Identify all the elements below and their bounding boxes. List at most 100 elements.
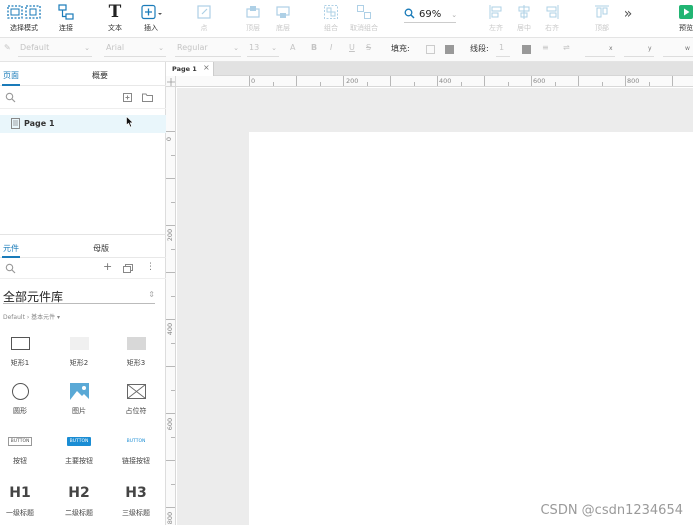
- send-to-back-icon: [275, 1, 291, 23]
- bottom-layer-button[interactable]: 底层: [270, 1, 296, 37]
- h-ruler-tick: [672, 76, 673, 86]
- h3-icon: H3: [125, 485, 147, 501]
- widget-rectangle-2[interactable]: 矩形2: [56, 330, 102, 368]
- page-list-item[interactable]: Page 1: [0, 115, 166, 133]
- zoom-selector[interactable]: 69% ⌄: [404, 7, 458, 23]
- document-tab-bar: Page 1 ×: [166, 62, 693, 76]
- widget-rectangle-3[interactable]: 矩形3: [113, 330, 159, 368]
- v-ruler-tick: [166, 460, 175, 461]
- v-ruler-tick: [171, 295, 175, 297]
- widget-link-button[interactable]: BUTTON 链接按钮: [113, 428, 159, 466]
- image-icon: [69, 378, 89, 404]
- design-canvas[interactable]: [177, 88, 693, 525]
- line-color-swatch[interactable]: [522, 45, 531, 54]
- widget-button[interactable]: BUTTON 按钮: [0, 428, 43, 466]
- page-file-icon: [11, 118, 20, 131]
- widget-rectangle-1[interactable]: 矩形1: [0, 330, 43, 368]
- ungroup-button[interactable]: 取消组合: [346, 1, 382, 37]
- top-layer-button[interactable]: 顶层: [240, 1, 266, 37]
- more-tools-button[interactable]: »: [620, 6, 636, 42]
- add-page-icon[interactable]: [123, 93, 132, 104]
- h-ruler-tick: [296, 76, 297, 86]
- add-library-icon[interactable]: +: [103, 260, 112, 273]
- h-ruler-label: 200: [346, 77, 359, 85]
- page-artboard[interactable]: [249, 132, 693, 525]
- tab-pages[interactable]: 页面: [3, 70, 19, 81]
- h-ruler-tick: [390, 76, 391, 86]
- tab-page-1[interactable]: Page 1 ×: [166, 62, 214, 76]
- tab-widgets[interactable]: 元件: [3, 243, 19, 254]
- v-ruler-tick: [171, 342, 175, 344]
- point-icon: [196, 1, 212, 23]
- font-size-select[interactable]: 13 ⌄: [247, 42, 279, 57]
- align-top-icon: [594, 1, 610, 23]
- font-weight-select[interactable]: Regular ⌄: [175, 42, 241, 57]
- align-center-button[interactable]: 居中: [512, 1, 536, 37]
- tab-outline[interactable]: 概要: [92, 70, 108, 81]
- y-coordinate-input[interactable]: y: [624, 42, 654, 57]
- h-ruler-tick: [531, 76, 532, 86]
- search-icon[interactable]: [5, 263, 16, 276]
- widget-circle[interactable]: 圆形: [0, 378, 43, 416]
- width-input[interactable]: w: [663, 42, 693, 57]
- ungroup-icon: [356, 1, 372, 23]
- widget-image[interactable]: 图片: [56, 378, 102, 416]
- v-ruler-tick: [166, 507, 175, 508]
- fill-pattern-icon[interactable]: [445, 45, 454, 54]
- copy-icon[interactable]: [123, 264, 133, 275]
- h-ruler-tick: [366, 82, 368, 86]
- select-mode-icon: [7, 1, 41, 23]
- widget-heading-3[interactable]: H3 三级标题: [113, 480, 159, 518]
- line-label: 线段:: [470, 44, 489, 53]
- vertical-ruler: 0 200 400 600 800: [165, 87, 176, 525]
- underline-button[interactable]: U: [349, 43, 355, 52]
- style-select[interactable]: Default ⌄: [18, 42, 92, 57]
- zoom-value: 69%: [419, 9, 442, 20]
- insert-button[interactable]: 插入: [136, 1, 166, 37]
- align-right-button[interactable]: 右齐: [540, 1, 564, 37]
- arrow-style-icon[interactable]: ⇌: [563, 43, 570, 52]
- align-left-icon: [488, 1, 504, 23]
- h1-icon: H1: [9, 485, 31, 501]
- widget-placeholder[interactable]: 占位符: [113, 378, 159, 416]
- h-ruler-tick: [249, 76, 250, 86]
- placeholder-icon: [126, 378, 146, 404]
- widget-heading-1[interactable]: H1 一级标题: [0, 480, 43, 518]
- line-pattern-icon[interactable]: ≡: [542, 43, 549, 52]
- bold-button[interactable]: B: [311, 43, 317, 52]
- preview-button[interactable]: 预览: [679, 1, 693, 37]
- strikethrough-button[interactable]: S: [366, 43, 371, 52]
- select-mode-button[interactable]: 选择模式: [2, 1, 46, 37]
- h-ruler-label: 600: [533, 77, 546, 85]
- pages-panel-tabs: 页面 概要: [0, 62, 166, 86]
- text-color-icon[interactable]: A: [290, 43, 295, 52]
- text-tool-button[interactable]: T 文本: [102, 1, 128, 37]
- rectangle-gray-icon: [126, 330, 146, 356]
- library-select[interactable]: 全部元件库 ⇕: [3, 287, 155, 304]
- v-ruler-tick: [171, 248, 175, 250]
- align-left-button[interactable]: 左齐: [484, 1, 508, 37]
- v-ruler-tick: [171, 436, 175, 438]
- tab-masters[interactable]: 母版: [93, 243, 109, 254]
- font-family-select[interactable]: Arial ⌄: [104, 42, 166, 57]
- widget-heading-2[interactable]: H2 二级标题: [56, 480, 102, 518]
- fill-color-swatch[interactable]: [426, 45, 435, 54]
- x-coordinate-input[interactable]: x: [585, 42, 615, 57]
- library-toolbar: + ⋮: [0, 259, 166, 279]
- chevron-down-icon: ⌄: [451, 10, 458, 19]
- h-ruler-tick: [343, 76, 344, 86]
- more-options-icon[interactable]: ⋮: [146, 262, 155, 272]
- italic-button[interactable]: I: [330, 43, 332, 52]
- top-align-button[interactable]: 顶部: [590, 1, 614, 37]
- align-right-icon: [544, 1, 560, 23]
- widget-primary-button[interactable]: BUTTON 主要按钮: [56, 428, 102, 466]
- close-icon[interactable]: ×: [203, 63, 210, 72]
- add-folder-icon[interactable]: [142, 93, 153, 104]
- line-width-input[interactable]: 1: [496, 42, 510, 57]
- connect-button[interactable]: 连接: [52, 1, 80, 37]
- group-button[interactable]: 组合: [318, 1, 344, 37]
- library-breadcrumb[interactable]: Default › 基本元件 ▾: [3, 312, 60, 321]
- search-icon[interactable]: [5, 92, 16, 105]
- point-button[interactable]: 点: [192, 1, 216, 37]
- style-painter-icon[interactable]: ✎: [4, 43, 11, 52]
